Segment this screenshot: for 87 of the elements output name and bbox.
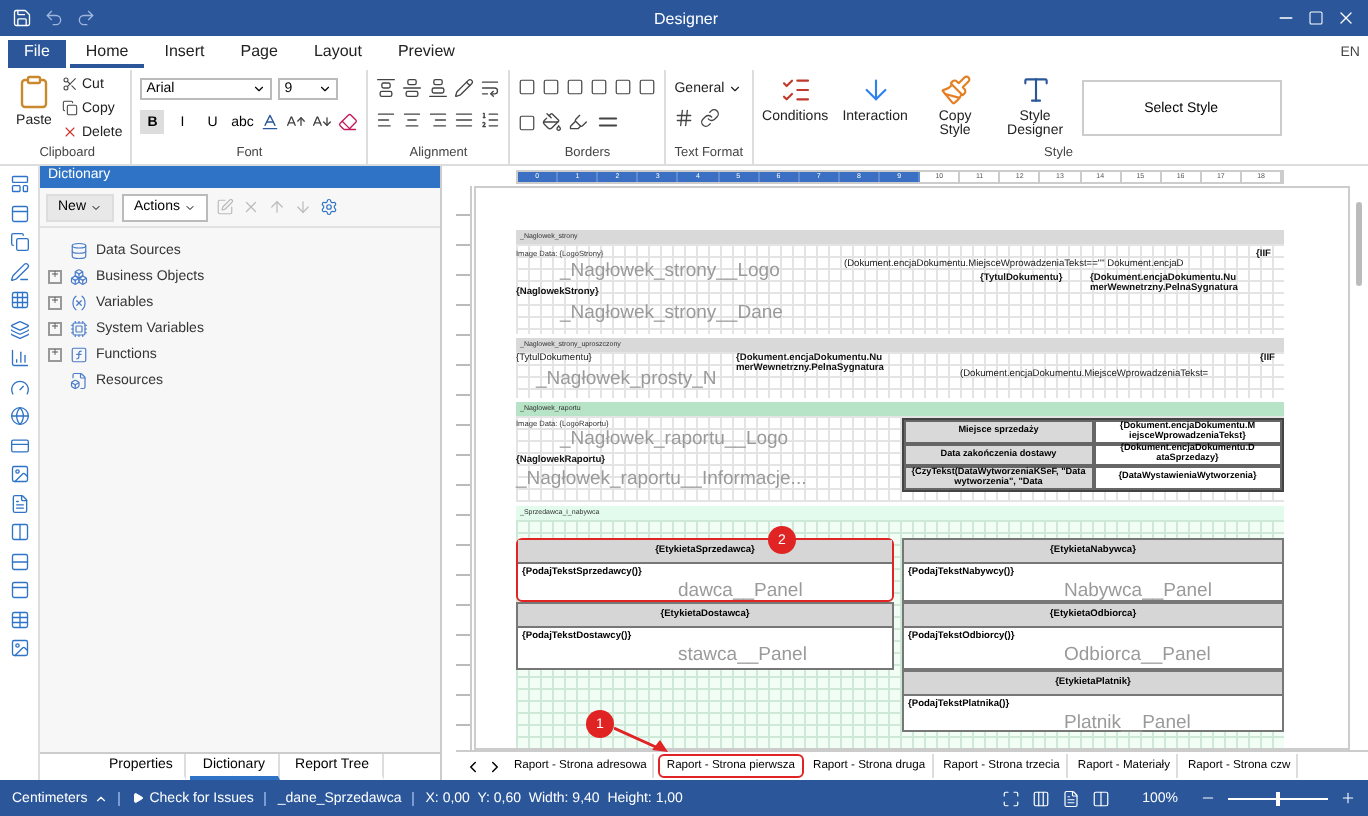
fill-color-icon[interactable] bbox=[542, 112, 563, 132]
clipboard-icon bbox=[16, 74, 52, 110]
settings-icon[interactable] bbox=[319, 198, 338, 216]
component-watermark: _Nagłowek_strony__Dane bbox=[560, 304, 783, 324]
variable-icon bbox=[70, 293, 88, 311]
grow-font-icon[interactable] bbox=[286, 112, 307, 132]
layers-icon[interactable] bbox=[9, 319, 29, 339]
copy-icon bbox=[62, 100, 78, 116]
component-watermark: _Nagłowek_strony__Logo bbox=[560, 262, 780, 282]
rows-icon[interactable] bbox=[9, 551, 29, 571]
component-watermark: dawca__Panel bbox=[678, 580, 803, 602]
two-pages-icon[interactable] bbox=[1092, 789, 1111, 807]
font-color-icon[interactable] bbox=[260, 112, 281, 132]
chevron-down-icon bbox=[318, 82, 333, 96]
number-format-icon[interactable] bbox=[674, 108, 695, 128]
scrollbar-thumb[interactable] bbox=[1356, 202, 1362, 286]
chevron-down-icon bbox=[90, 201, 103, 213]
window-title: Designer bbox=[651, 9, 720, 27]
paintbrush-icon bbox=[939, 74, 972, 106]
page-width-icon[interactable] bbox=[1032, 789, 1051, 807]
database-icon bbox=[70, 241, 88, 259]
bar-chart-icon[interactable] bbox=[9, 348, 29, 368]
callout-arrow bbox=[614, 726, 670, 754]
pen-icon[interactable] bbox=[9, 261, 29, 281]
line-spacing-icon[interactable] bbox=[480, 110, 501, 130]
border-color-icon[interactable] bbox=[568, 112, 589, 132]
zoom-in-icon[interactable] bbox=[1340, 790, 1356, 806]
checklist-icon bbox=[779, 74, 812, 106]
component-watermark: _Nagłowek_raportu__Logo bbox=[560, 430, 789, 450]
ribbon-tab[interactable]: Preview bbox=[381, 39, 471, 67]
chevron-down-icon bbox=[252, 82, 267, 96]
align-top-icon[interactable] bbox=[376, 78, 397, 98]
close-icon[interactable] bbox=[1336, 8, 1356, 28]
component-watermark: Odbiorca__Panel bbox=[1064, 644, 1211, 666]
align-bottom-icon[interactable] bbox=[428, 78, 449, 98]
component-watermark: Platnik__Panel bbox=[1064, 712, 1191, 734]
document-icon[interactable] bbox=[9, 493, 29, 513]
redo-icon[interactable] bbox=[76, 8, 96, 28]
play-icon bbox=[131, 792, 144, 804]
link-icon[interactable] bbox=[700, 108, 721, 128]
chevron-down-icon bbox=[183, 201, 196, 213]
component-watermark: stawca__Panel bbox=[678, 644, 807, 666]
layout-icon[interactable] bbox=[9, 174, 29, 194]
panel-icon[interactable] bbox=[9, 580, 29, 600]
component-watermark: Nabywca__Panel bbox=[1064, 580, 1212, 602]
copy-icon[interactable] bbox=[9, 232, 29, 252]
pencil-icon[interactable] bbox=[454, 78, 475, 98]
columns-icon[interactable] bbox=[9, 522, 29, 542]
chevron-up-icon bbox=[93, 791, 108, 805]
align-left-icon[interactable] bbox=[376, 110, 397, 130]
component-watermark: _Nagłowek_raportu__Informacje... bbox=[516, 470, 807, 490]
grid-icon[interactable] bbox=[9, 290, 29, 310]
panel-icon[interactable] bbox=[9, 203, 29, 223]
maximize-icon[interactable] bbox=[1308, 10, 1324, 26]
undo-icon[interactable] bbox=[44, 8, 64, 28]
save-icon[interactable] bbox=[12, 8, 32, 28]
align-middle-icon[interactable] bbox=[402, 78, 423, 98]
align-center-icon[interactable] bbox=[402, 110, 423, 130]
ribbon-tab[interactable]: Home bbox=[69, 39, 145, 67]
single-page-icon[interactable] bbox=[1062, 789, 1081, 807]
function-icon bbox=[70, 345, 88, 363]
delete-icon bbox=[62, 124, 78, 140]
align-justify-icon[interactable] bbox=[454, 110, 475, 130]
align-right-icon[interactable] bbox=[428, 110, 449, 130]
globe-icon[interactable] bbox=[9, 406, 29, 426]
component-watermark: _Nagłowek_prosty_N bbox=[536, 370, 717, 390]
ribbon-tab[interactable]: Insert bbox=[148, 39, 221, 67]
type-icon bbox=[1019, 74, 1052, 106]
boxes-icon bbox=[70, 267, 88, 285]
image-icon[interactable] bbox=[9, 638, 29, 658]
ribbon-tab[interactable]: Layout bbox=[297, 39, 378, 67]
gauge-icon[interactable] bbox=[9, 377, 29, 397]
eraser-icon[interactable] bbox=[338, 112, 359, 132]
next-button[interactable] bbox=[486, 757, 504, 775]
image-icon[interactable] bbox=[9, 464, 29, 484]
previous-button[interactable] bbox=[464, 757, 482, 775]
card-icon[interactable] bbox=[9, 435, 29, 455]
wrap-text-icon[interactable] bbox=[480, 78, 501, 98]
ribbon-tab[interactable]: Page bbox=[224, 39, 294, 67]
file-icon bbox=[70, 371, 88, 389]
scissors-icon bbox=[62, 76, 78, 92]
chip-icon bbox=[70, 319, 88, 337]
shrink-font-icon[interactable] bbox=[312, 112, 333, 132]
fit-page-icon[interactable] bbox=[1002, 789, 1021, 807]
table-icon[interactable] bbox=[9, 609, 29, 629]
chevron-down-icon bbox=[728, 81, 743, 95]
file-menu-button[interactable]: File bbox=[8, 39, 66, 67]
